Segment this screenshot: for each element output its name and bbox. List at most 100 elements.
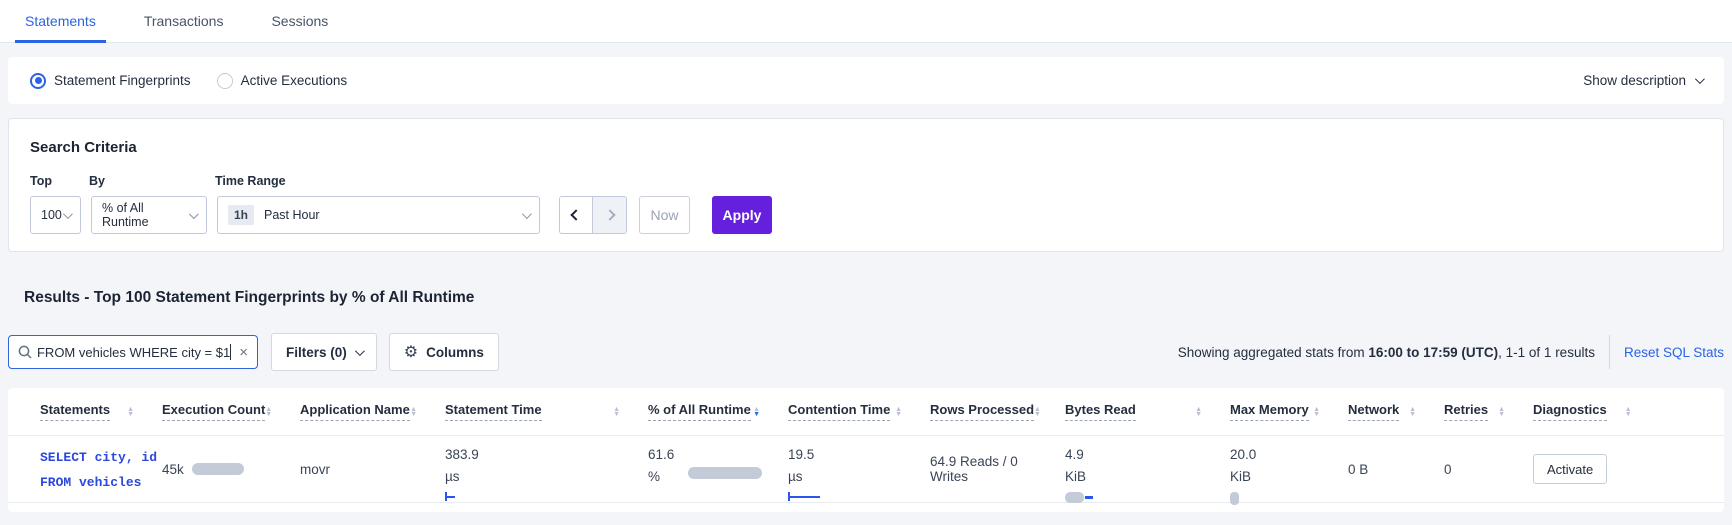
column-header-runtime[interactable]: % of All Runtime ▲ ▼: [648, 402, 788, 421]
column-header-contention-time[interactable]: Contention Time ▲ ▼: [788, 402, 930, 421]
gear-icon: ⚙: [403, 344, 419, 361]
time-range-group: Time Range 1h Past Hour: [207, 174, 540, 234]
top-label: Top: [30, 174, 52, 188]
column-header-network[interactable]: Network ▲ ▼: [1348, 402, 1444, 421]
sort-icon[interactable]: ▲ ▼: [1034, 406, 1041, 418]
chevron-down-icon: [1694, 74, 1705, 85]
column-header-max-memory[interactable]: Max Memory ▲ ▼: [1230, 402, 1348, 421]
reset-sql-stats-link[interactable]: Reset SQL Stats: [1624, 345, 1724, 360]
search-criteria-controls: Top 100 By % of All Runtime Time Range 1…: [22, 174, 1703, 234]
view-toggle-panel: Statement Fingerprints Active Executions…: [8, 57, 1724, 104]
time-range-select[interactable]: 1h Past Hour: [217, 196, 540, 234]
sort-icon[interactable]: ▲ ▼: [1409, 406, 1416, 418]
chevron-down-icon: [521, 208, 532, 219]
runtime-cell: 61.6 %: [648, 436, 788, 502]
text-cursor: [230, 344, 232, 360]
search-input-value: y, id FROM vehicles WHERE city = $1: [38, 344, 231, 360]
column-header-application-name[interactable]: Application Name ▲ ▼: [300, 402, 445, 421]
sort-icon[interactable]: ▲ ▼: [1498, 406, 1505, 418]
runtime-value: 61.6: [648, 447, 675, 462]
by-select[interactable]: % of All Runtime: [91, 196, 207, 234]
now-button[interactable]: Now: [639, 196, 690, 234]
contention-time-value: 19.5: [788, 447, 815, 462]
sort-icon[interactable]: ▲ ▼: [127, 406, 134, 418]
next-window-button[interactable]: [593, 197, 626, 233]
tab-sessions[interactable]: Sessions: [261, 0, 338, 42]
chevron-left-icon: [570, 209, 582, 221]
application-name-value: movr: [300, 461, 330, 477]
show-description-toggle[interactable]: Show description: [1583, 73, 1705, 88]
apply-button[interactable]: Apply: [712, 196, 772, 234]
sort-icon[interactable]: ▲ ▼: [895, 406, 902, 418]
statement-fingerprint-link[interactable]: SELECT city, id FROM vehicles: [40, 436, 162, 502]
max-memory-unit: KiB: [1230, 469, 1252, 484]
previous-window-button[interactable]: [560, 197, 593, 233]
by-group: By % of All Runtime: [81, 174, 207, 234]
max-memory-cell: 20.0 KiB: [1230, 436, 1348, 505]
by-label: By: [89, 174, 105, 188]
radio-active-executions[interactable]: Active Executions: [216, 72, 347, 89]
sort-icon[interactable]: ▲ ▼: [1625, 406, 1632, 418]
top-group: Top 100: [22, 174, 81, 234]
top-tab-bar: Statements Transactions Sessions: [0, 0, 1732, 43]
columns-button-label: Columns: [426, 344, 484, 360]
column-header-retries[interactable]: Retries ▲ ▼: [1444, 402, 1533, 421]
statement-time-bar: [445, 492, 638, 501]
time-range-badge: 1h: [228, 205, 255, 225]
bytes-read-bar: [1065, 492, 1220, 503]
search-input[interactable]: y, id FROM vehicles WHERE city = $1 ×: [8, 335, 258, 369]
columns-button[interactable]: ⚙ Columns: [388, 333, 499, 371]
column-header-bytes-read[interactable]: Bytes Read ▲ ▼: [1065, 402, 1230, 421]
execution-count-value: 45k: [162, 461, 184, 477]
execution-count-bar: [191, 463, 244, 475]
bytes-read-cell: 4.9 KiB: [1065, 436, 1230, 503]
toolbar-right: Showing aggregated stats from 16:00 to 1…: [1178, 335, 1724, 369]
time-range-label: Time Range: [215, 174, 286, 188]
contention-time-bar: [788, 492, 920, 501]
top-select-value: 100: [41, 208, 62, 222]
filters-button[interactable]: Filters (0): [271, 333, 377, 371]
table-header-row: Statements ▲ ▼ Execution Count ▲ ▼ Applicati…: [8, 388, 1724, 436]
application-name-cell: movr: [300, 436, 445, 502]
execution-count-cell: 45k: [162, 436, 300, 502]
radio-statement-fingerprints[interactable]: Statement Fingerprints: [30, 72, 191, 89]
filters-button-label: Filters (0): [286, 344, 347, 360]
column-header-statements[interactable]: Statements ▲ ▼: [40, 402, 162, 421]
clear-search-icon[interactable]: ×: [239, 345, 248, 360]
chevron-right-icon: [603, 209, 616, 221]
runtime-bar: [688, 467, 763, 479]
sort-icon[interactable]: ▲ ▼: [1195, 406, 1202, 418]
max-memory-value: 20.0: [1230, 447, 1257, 462]
sort-icon[interactable]: ▲ ▼: [1313, 406, 1320, 418]
chevron-down-icon: [354, 345, 365, 356]
tab-transactions[interactable]: Transactions: [134, 0, 234, 42]
contention-time-cell: 19.5 µs: [788, 436, 930, 502]
radio-statement-fingerprints-label: Statement Fingerprints: [54, 73, 191, 88]
chevron-down-icon: [62, 208, 73, 219]
column-header-rows-processed[interactable]: Rows Processed ▲ ▼: [930, 402, 1065, 421]
tab-statements[interactable]: Statements: [15, 0, 106, 43]
statement-time-unit: µs: [445, 469, 460, 484]
statement-time-cell: 383.9 µs: [445, 436, 648, 502]
by-select-value: % of All Runtime: [102, 201, 149, 229]
results-toolbar: y, id FROM vehicles WHERE city = $1 × Fi…: [8, 333, 1724, 371]
sort-icon[interactable]: ▲ ▼: [265, 406, 272, 418]
column-header-execution-count[interactable]: Execution Count ▲ ▼: [162, 402, 300, 421]
activate-diagnostics-button[interactable]: Activate: [1533, 454, 1608, 484]
contention-time-unit: µs: [788, 469, 803, 484]
sort-icon[interactable]: ▲ ▼: [410, 406, 417, 418]
max-memory-bar: [1230, 492, 1338, 505]
network-value: 0 B: [1348, 461, 1369, 477]
bytes-read-value: 4.9: [1065, 447, 1084, 462]
table-row: SELECT city, id FROM vehicles 45k movr 3…: [8, 436, 1724, 505]
network-cell: 0 B: [1348, 436, 1444, 502]
time-window-arrows: [559, 196, 627, 234]
search-criteria-panel: Search Criteria Top 100 By % of All Runt…: [8, 118, 1724, 252]
column-header-diagnostics[interactable]: Diagnostics ▲ ▼: [1533, 402, 1724, 421]
sort-icon[interactable]: ▲ ▼: [613, 406, 620, 418]
tab-statements-label: Statements: [25, 13, 96, 29]
top-select[interactable]: 100: [30, 196, 81, 234]
sort-icon-active-desc[interactable]: ▲ ▼: [753, 406, 760, 418]
runtime-unit: %: [648, 469, 661, 484]
column-header-statement-time[interactable]: Statement Time ▲ ▼: [445, 402, 648, 421]
